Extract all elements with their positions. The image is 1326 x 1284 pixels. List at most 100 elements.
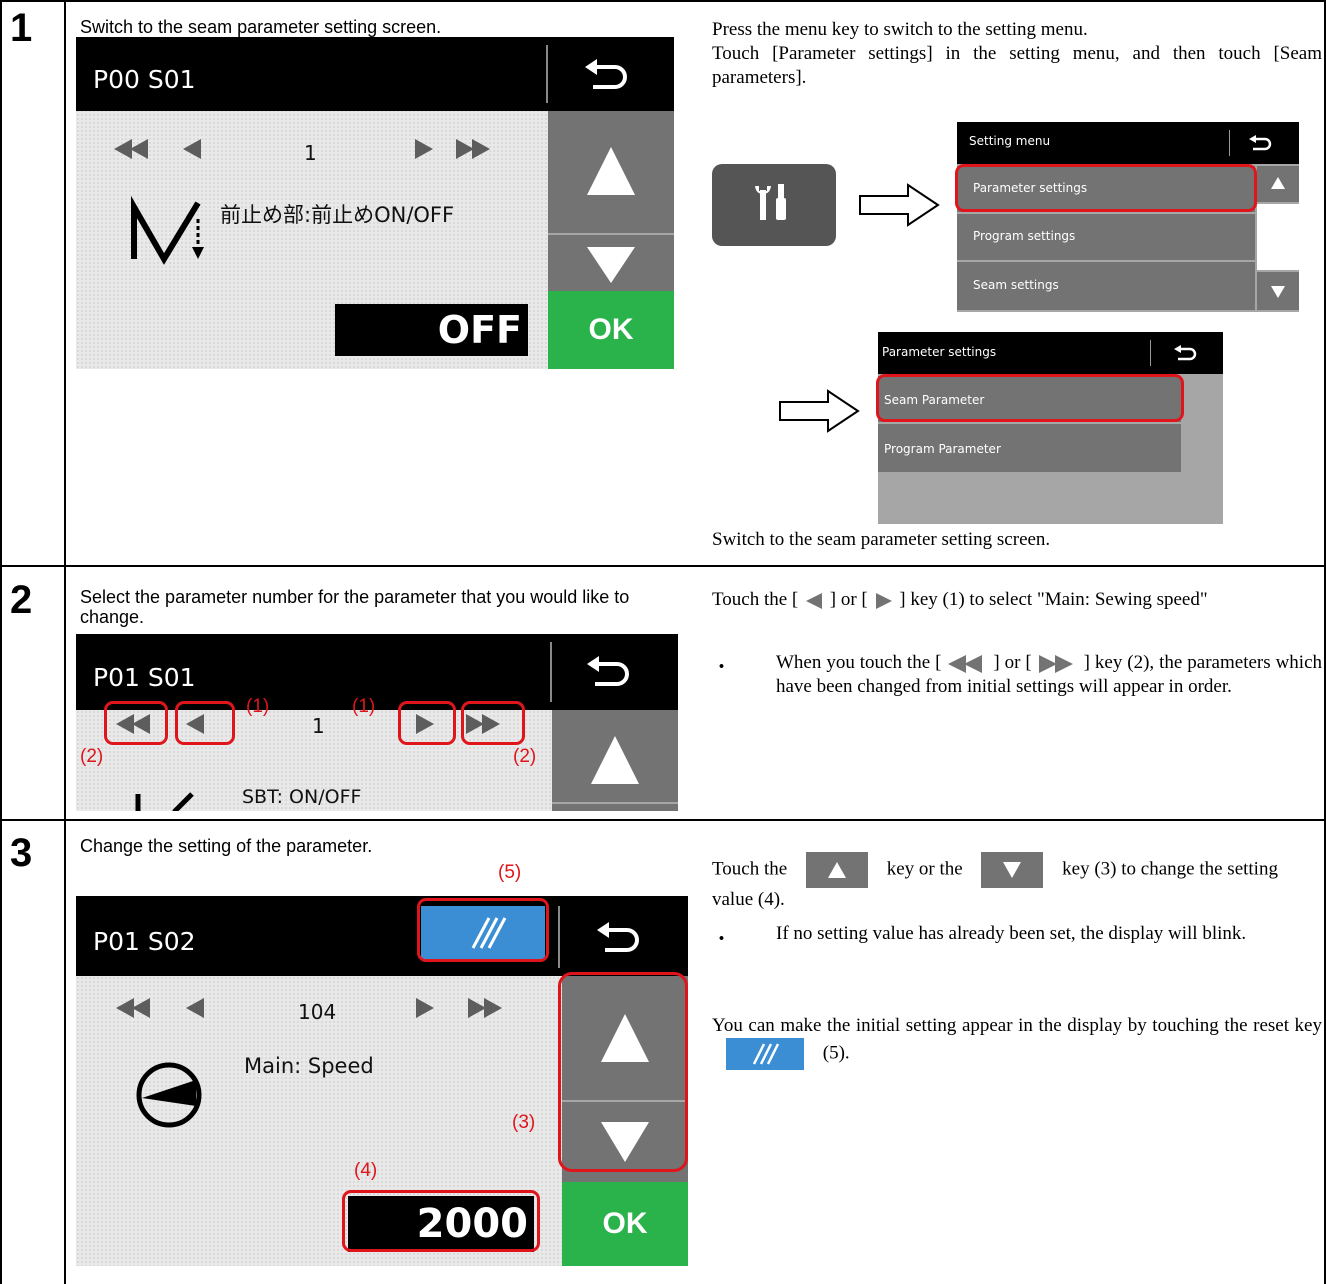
screen-title: P01 S02 bbox=[93, 927, 196, 956]
step-3-reset-text: You can make the initial setting appear … bbox=[712, 1014, 1322, 1070]
menu-item-label: Seam settings bbox=[973, 278, 1059, 292]
fast-prev-icon[interactable] bbox=[114, 137, 164, 161]
down-button[interactable] bbox=[548, 235, 674, 291]
reset-key-icon bbox=[726, 1038, 804, 1070]
back-icon[interactable] bbox=[1247, 134, 1273, 154]
row-divider-1 bbox=[0, 565, 1326, 567]
scrollbar-track[interactable] bbox=[1257, 204, 1299, 270]
title-divider bbox=[550, 642, 552, 702]
highlight-parameter-settings bbox=[955, 164, 1257, 212]
callout-2-left: (2) bbox=[80, 746, 104, 767]
step-number-3: 3 bbox=[10, 831, 33, 875]
step-1-text-1: Press the menu key to switch to the sett… bbox=[712, 19, 1088, 40]
step-3-bullet: If no setting value has already been set… bbox=[776, 923, 1247, 944]
step-1-text-2: Touch [Parameter settings] in the settin… bbox=[712, 43, 1322, 88]
ok-button[interactable]: OK bbox=[562, 1182, 688, 1266]
text-fragment: (5). bbox=[822, 1042, 850, 1064]
arrow-right-icon bbox=[859, 183, 940, 227]
next-key-icon bbox=[875, 592, 892, 609]
param-label: SBT: ON/OFF bbox=[242, 786, 362, 808]
screen-title: P01 S01 bbox=[93, 663, 196, 692]
up-button[interactable] bbox=[548, 111, 674, 233]
back-icon[interactable] bbox=[581, 55, 631, 95]
highlight-next bbox=[398, 701, 456, 745]
highlight-fast-next bbox=[461, 701, 525, 745]
setting-value: OFF bbox=[335, 304, 528, 356]
step-number-2: 2 bbox=[10, 578, 33, 622]
wrench-screwdriver-icon bbox=[755, 184, 786, 220]
up-key-icon bbox=[805, 852, 868, 888]
ok-button[interactable]: OK bbox=[548, 291, 674, 369]
prev-icon[interactable] bbox=[184, 996, 208, 1020]
callout-1-right: (1) bbox=[352, 696, 376, 717]
text-fragment: Touch the bbox=[712, 858, 788, 880]
down-button[interactable] bbox=[552, 804, 678, 811]
sbt-icon bbox=[135, 792, 194, 811]
up-button[interactable] bbox=[552, 710, 678, 802]
menu-item-program-settings[interactable]: Program settings bbox=[957, 214, 1255, 260]
parameter-settings-title: Parameter settings bbox=[882, 345, 997, 359]
text-fragment: You can make the initial setting appear … bbox=[712, 1015, 1322, 1036]
title-divider bbox=[546, 45, 548, 103]
title-divider bbox=[1229, 130, 1230, 156]
column-divider bbox=[64, 0, 66, 1284]
speed-icon bbox=[136, 1062, 202, 1128]
fast-next-key-icon bbox=[1038, 654, 1073, 673]
menu-item-program-parameter[interactable]: Program Parameter bbox=[878, 424, 1181, 472]
text-fragment: Touch the [ bbox=[712, 589, 799, 610]
callout-5: (5) bbox=[498, 862, 522, 883]
text-fragment: When you touch the [ bbox=[776, 652, 942, 673]
callout-1-left: (1) bbox=[246, 696, 270, 717]
highlight-setting-value bbox=[342, 1190, 540, 1252]
screen-title: P00 S01 bbox=[93, 65, 196, 94]
table-border-left bbox=[0, 0, 2, 1284]
highlight-fast-prev bbox=[104, 701, 168, 745]
text-fragment: ] key (1) to select "Main: Sewing speed" bbox=[899, 589, 1208, 610]
next-icon[interactable] bbox=[411, 137, 435, 161]
menu-key[interactable] bbox=[712, 164, 836, 246]
bullet-mark: ・ bbox=[712, 657, 732, 678]
parameter-settings-screen: Parameter settings Seam Parameter Progra… bbox=[878, 332, 1223, 524]
fast-prev-icon[interactable] bbox=[116, 996, 166, 1020]
step-number-1: 1 bbox=[10, 6, 33, 50]
prev-icon[interactable] bbox=[181, 137, 205, 161]
table-border-top bbox=[0, 0, 1326, 2]
back-icon[interactable] bbox=[583, 652, 633, 692]
param-label: Main: Speed bbox=[244, 1054, 374, 1078]
menu-item-label: Program Parameter bbox=[884, 442, 1001, 456]
setting-menu-title: Setting menu bbox=[969, 134, 1051, 148]
step-3-instruction: Change the setting of the parameter. bbox=[80, 836, 373, 856]
param-label: 前止め部:前止めON/OFF bbox=[220, 203, 455, 227]
text-fragment: ] or [ bbox=[829, 589, 868, 610]
callout-2-right: (2) bbox=[513, 746, 537, 767]
text-fragment: key or the bbox=[886, 858, 963, 880]
param-number: 1 bbox=[312, 714, 325, 738]
callout-3: (3) bbox=[512, 1112, 536, 1133]
param-number: 104 bbox=[298, 1000, 337, 1024]
highlight-up-down-buttons bbox=[558, 972, 688, 1172]
bullet-mark: ・ bbox=[712, 929, 732, 950]
highlight-seam-parameter bbox=[876, 374, 1184, 422]
highlight-prev bbox=[175, 701, 235, 745]
menu-item-seam-settings[interactable]: Seam settings bbox=[957, 262, 1255, 310]
back-icon[interactable] bbox=[1172, 344, 1198, 364]
setting-menu-screen: Setting menu Parameter settings Program … bbox=[957, 122, 1299, 312]
step-2-instruction: Select the parameter number for the para… bbox=[80, 587, 630, 627]
fast-next-icon[interactable] bbox=[468, 996, 508, 1020]
title-divider bbox=[558, 906, 560, 968]
step-2-text-1: Touch the [ ] or [ ] key (1) to select "… bbox=[712, 588, 1322, 612]
scroll-down-button[interactable] bbox=[1257, 272, 1299, 310]
step-3-text-1: Touch the key or the key (3) to change t… bbox=[712, 852, 1322, 912]
highlight-reset-button bbox=[417, 898, 549, 962]
back-icon[interactable] bbox=[593, 918, 643, 958]
step-1-screen: P00 S01 1 前止め部:前止めON/OFF OK OFF bbox=[76, 37, 674, 369]
front-tack-icon bbox=[131, 195, 204, 265]
arrow-right-icon bbox=[779, 389, 860, 433]
menu-item-label: Program settings bbox=[973, 229, 1076, 243]
title-divider bbox=[1150, 340, 1151, 366]
callout-4: (4) bbox=[354, 1160, 378, 1181]
next-icon[interactable] bbox=[412, 996, 436, 1020]
row-divider-2 bbox=[0, 819, 1326, 821]
fast-next-icon[interactable] bbox=[456, 137, 496, 161]
scroll-up-button[interactable] bbox=[1257, 166, 1299, 202]
